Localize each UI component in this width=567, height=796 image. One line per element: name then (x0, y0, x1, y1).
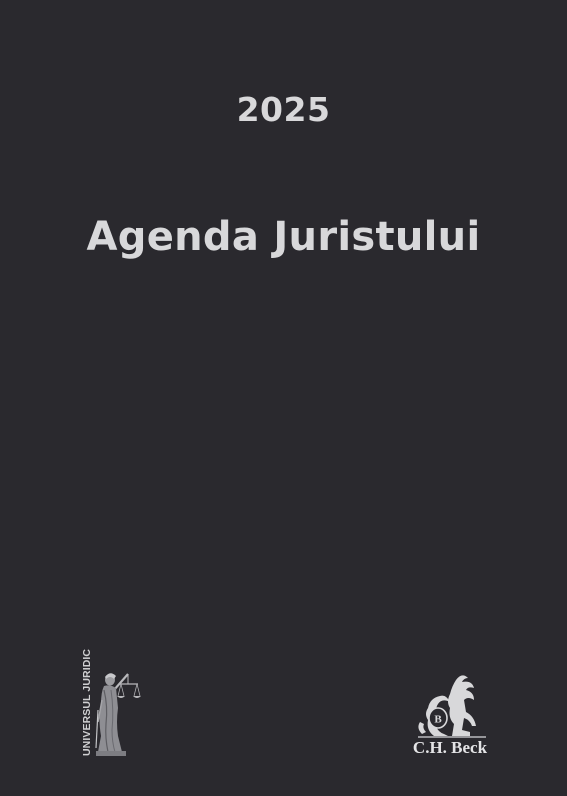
justice-statue-icon (95, 673, 141, 756)
ch-beck-label: C.H. Beck (412, 738, 488, 757)
griffin-emblem-icon: B (418, 675, 486, 738)
svg-text:B: B (434, 714, 442, 726)
ch-beck-logo: B C.H. Beck (400, 672, 500, 764)
cover-year: 2025 (236, 90, 331, 129)
cover-title: Agenda Juristului (86, 214, 481, 260)
book-cover: 2025 Agenda Juristului UNIVERSUL JURIDIC (0, 0, 567, 796)
